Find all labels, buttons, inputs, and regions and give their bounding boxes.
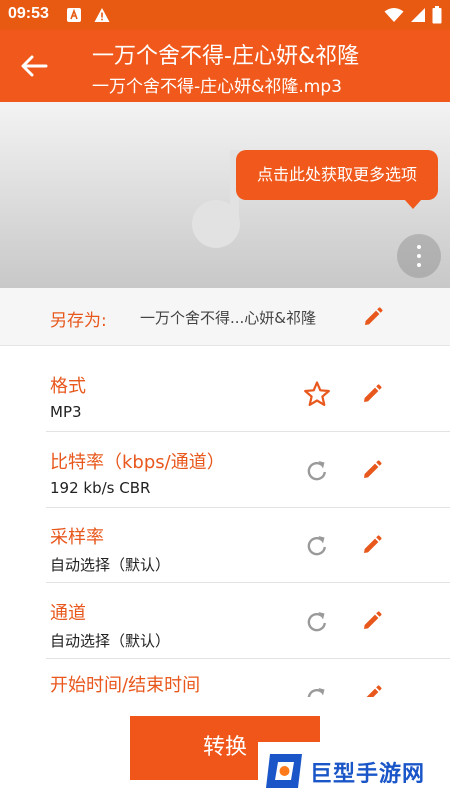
setting-bitrate[interactable]: 比特率（kbps/通道） 192 kb/s CBR [0, 432, 450, 508]
edit-pencil-icon[interactable] [362, 685, 382, 697]
site-logo-icon [266, 754, 302, 788]
reset-icon[interactable] [303, 683, 331, 697]
setting-value: 192 kb/s CBR [50, 479, 151, 497]
setting-value: 自动选择（默认） [50, 632, 171, 650]
edit-filename-pencil-icon[interactable] [363, 307, 383, 327]
reset-icon[interactable] [303, 456, 331, 484]
setting-title: 比特率（kbps/通道） [50, 452, 225, 473]
system-icons [384, 6, 442, 24]
page-title: 一万个舍不得-庄心妍&祁隆 [92, 44, 360, 69]
setting-title: 采样率 [50, 527, 104, 548]
app-bar: 一万个舍不得-庄心妍&祁隆 一万个舍不得-庄心妍&祁隆.mp3 [0, 30, 450, 102]
setting-title: 开始时间/结束时间 [50, 675, 201, 696]
setting-format[interactable]: 格式 MP3 [0, 356, 450, 432]
more-vertical-icon[interactable] [397, 234, 441, 278]
setting-start-end-time[interactable]: 开始时间/结束时间 [0, 659, 450, 697]
reset-icon[interactable] [303, 531, 331, 559]
setting-channels[interactable]: 通道 自动选择（默认） [0, 583, 450, 659]
status-time: 09:53 [8, 5, 49, 22]
watermark: 巨型手游网 [258, 742, 444, 800]
status-bar: 09:53 [0, 0, 450, 30]
more-options-tooltip[interactable]: 点击此处获取更多选项 [236, 150, 438, 209]
font-icon [67, 8, 81, 22]
reset-icon[interactable] [303, 607, 331, 635]
star-outline-icon[interactable] [303, 380, 331, 408]
wifi-icon [384, 8, 404, 22]
battery-icon [432, 6, 442, 24]
save-as-filename: 一万个舍不得...心妍&祁隆 [140, 309, 317, 327]
setting-title: 通道 [50, 603, 86, 624]
setting-value: MP3 [50, 403, 82, 421]
watermark-text: 巨型手游网 [310, 762, 426, 787]
edit-pencil-icon[interactable] [362, 611, 382, 631]
page-subtitle: 一万个舍不得-庄心妍&祁隆.mp3 [92, 77, 342, 97]
edit-pencil-icon[interactable] [362, 384, 382, 404]
setting-value: 自动选择（默认） [50, 556, 171, 574]
setting-sample-rate[interactable]: 采样率 自动选择（默认） [0, 507, 450, 583]
setting-title: 格式 [50, 376, 86, 397]
warning-icon [94, 8, 110, 22]
more-dot [417, 245, 421, 249]
more-dot [417, 254, 421, 258]
signal-icon [411, 8, 425, 22]
edit-pencil-icon[interactable] [362, 535, 382, 555]
more-dot [417, 263, 421, 267]
edit-pencil-icon[interactable] [362, 460, 382, 480]
arrow-left-icon[interactable] [20, 54, 48, 78]
save-as-label: 另存为: [50, 311, 107, 331]
